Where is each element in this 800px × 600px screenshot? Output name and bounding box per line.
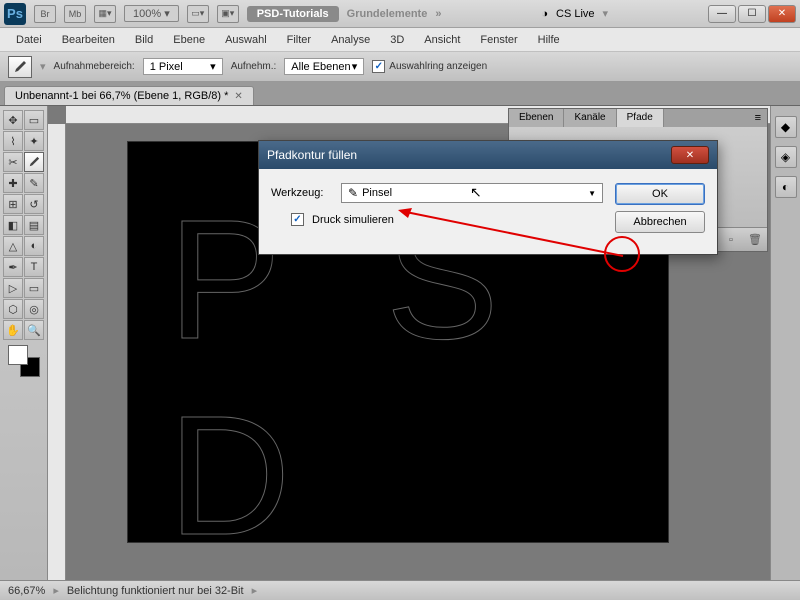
- color-swatches[interactable]: [8, 345, 40, 377]
- stroke-path-dialog: Pfadkontur füllen ✕ Werkzeug: ✎ Pinsel ▼…: [258, 140, 718, 255]
- simulate-pressure-checkbox[interactable]: ✓: [291, 213, 304, 226]
- simulate-pressure-label: Druck simulieren: [312, 214, 394, 226]
- workspace-alt[interactable]: Grundelemente: [347, 8, 428, 20]
- dialog-close-button[interactable]: ✕: [671, 146, 709, 164]
- delete-path-icon[interactable]: 🗑: [747, 232, 763, 248]
- sample-size-label: Aufnahmebereich:: [54, 61, 135, 72]
- show-ring-checkbox[interactable]: ✓: [372, 60, 385, 73]
- dialog-titlebar[interactable]: Pfadkontur füllen ✕: [259, 141, 717, 169]
- tab-ebenen[interactable]: Ebenen: [509, 109, 564, 127]
- sample-layers-label: Aufnehm.:: [231, 61, 277, 72]
- color-panel-icon[interactable]: ◆: [775, 116, 797, 138]
- status-message: Belichtung funktioniert nur bei 32-Bit: [67, 585, 244, 597]
- show-ring-label: Auswahlring anzeigen: [389, 61, 487, 72]
- status-bar: 66,67% ▸ Belichtung funktioniert nur bei…: [0, 580, 800, 600]
- sample-size-dropdown[interactable]: 1 Pixel▾: [143, 58, 223, 75]
- menu-ansicht[interactable]: Ansicht: [416, 31, 468, 49]
- zoom-tool[interactable]: 🔍: [24, 320, 44, 340]
- document-tab-bar: Unbenannt-1 bei 66,7% (Ebene 1, RGB/8) *…: [0, 82, 800, 106]
- maximize-button[interactable]: ☐: [738, 5, 766, 23]
- healing-tool[interactable]: ✚: [3, 173, 23, 193]
- menu-filter[interactable]: Filter: [279, 31, 319, 49]
- eyedropper-tool[interactable]: [24, 152, 44, 172]
- menu-analyse[interactable]: Analyse: [323, 31, 378, 49]
- brush-icon: ✎: [348, 186, 358, 200]
- stamp-tool[interactable]: ⊞: [3, 194, 23, 214]
- move-tool[interactable]: ✥: [3, 110, 23, 130]
- 3d-tool[interactable]: ⬡: [3, 299, 23, 319]
- crop-tool[interactable]: ✂: [3, 152, 23, 172]
- ok-button[interactable]: OK: [615, 183, 705, 205]
- cancel-button[interactable]: Abbrechen: [615, 211, 705, 233]
- new-path-icon[interactable]: ▫: [723, 232, 739, 248]
- menu-bild[interactable]: Bild: [127, 31, 161, 49]
- dialog-title: Pfadkontur füllen: [267, 148, 357, 162]
- tab-kanaele[interactable]: Kanäle: [564, 109, 616, 127]
- type-tool[interactable]: T: [24, 257, 44, 277]
- minimize-button[interactable]: —: [708, 5, 736, 23]
- bridge-button[interactable]: Br: [34, 5, 56, 23]
- adjustments-panel-icon[interactable]: ◐: [775, 176, 797, 198]
- photoshop-logo: Ps: [4, 3, 26, 25]
- foreground-color[interactable]: [8, 345, 28, 365]
- close-button[interactable]: ✕: [768, 5, 796, 23]
- ruler-vertical[interactable]: [48, 124, 66, 580]
- 3d-camera-tool[interactable]: ◎: [24, 299, 44, 319]
- status-zoom[interactable]: 66,67%: [8, 585, 45, 597]
- mini-bridge-button[interactable]: Mb: [64, 5, 86, 23]
- tab-close-icon[interactable]: ✕: [234, 91, 242, 102]
- cslive-caret-icon[interactable]: ▾: [603, 7, 609, 20]
- tab-pfade[interactable]: Pfade: [617, 109, 664, 127]
- menu-auswahl[interactable]: Auswahl: [217, 31, 275, 49]
- menu-hilfe[interactable]: Hilfe: [530, 31, 568, 49]
- brush-tool[interactable]: ✎: [24, 173, 44, 193]
- lasso-tool[interactable]: ⌇: [3, 131, 23, 151]
- document-tab[interactable]: Unbenannt-1 bei 66,7% (Ebene 1, RGB/8) *…: [4, 86, 254, 105]
- tool-dropdown[interactable]: ✎ Pinsel ▼: [341, 183, 603, 203]
- menu-ebene[interactable]: Ebene: [165, 31, 213, 49]
- options-bar: ▾ Aufnahmebereich: 1 Pixel▾ Aufnehm.: Al…: [0, 52, 800, 82]
- history-brush-tool[interactable]: ↺: [24, 194, 44, 214]
- menu-fenster[interactable]: Fenster: [472, 31, 525, 49]
- pen-tool[interactable]: ✒: [3, 257, 23, 277]
- right-dock: ◆ ◈ ◐: [770, 106, 800, 580]
- swatches-panel-icon[interactable]: ◈: [775, 146, 797, 168]
- panel-menu-icon[interactable]: ≡: [749, 109, 767, 127]
- eraser-tool[interactable]: ◧: [3, 215, 23, 235]
- arrange-button[interactable]: ▭▾: [187, 5, 209, 23]
- workspace-badge[interactable]: PSD-Tutorials: [247, 6, 339, 22]
- sample-layers-dropdown[interactable]: Alle Ebenen▾: [284, 58, 364, 75]
- shape-tool[interactable]: ▭: [24, 278, 44, 298]
- wand-tool[interactable]: ✦: [24, 131, 44, 151]
- screen-mode-button[interactable]: ▣▾: [217, 5, 239, 23]
- current-tool-eyedropper-icon[interactable]: [8, 56, 32, 78]
- menubar: Datei Bearbeiten Bild Ebene Auswahl Filt…: [0, 28, 800, 52]
- tool-label: Werkzeug:: [271, 187, 333, 199]
- workspace-more-icon[interactable]: »: [435, 8, 441, 20]
- blur-tool[interactable]: △: [3, 236, 23, 256]
- view-extras-button[interactable]: ▦▾: [94, 5, 116, 23]
- menu-bearbeiten[interactable]: Bearbeiten: [54, 31, 123, 49]
- titlebar: Ps Br Mb ▦▾ 100% ▾ ▭▾ ▣▾ PSD-Tutorials G…: [0, 0, 800, 28]
- dropdown-caret-icon: ▼: [588, 189, 596, 198]
- zoom-display[interactable]: 100% ▾: [124, 5, 179, 22]
- hand-tool[interactable]: ✋: [3, 320, 23, 340]
- dodge-tool[interactable]: ◐: [24, 236, 44, 256]
- cslive-icon: ◑: [541, 8, 548, 20]
- path-select-tool[interactable]: ▷: [3, 278, 23, 298]
- cslive-label[interactable]: CS Live: [556, 8, 595, 20]
- toolbox: ✥▭ ⌇✦ ✂ ✚✎ ⊞↺ ◧▤ △◐ ✒T ▷▭ ⬡◎ ✋🔍: [0, 106, 48, 580]
- menu-3d[interactable]: 3D: [382, 31, 412, 49]
- marquee-tool[interactable]: ▭: [24, 110, 44, 130]
- gradient-tool[interactable]: ▤: [24, 215, 44, 235]
- menu-datei[interactable]: Datei: [8, 31, 50, 49]
